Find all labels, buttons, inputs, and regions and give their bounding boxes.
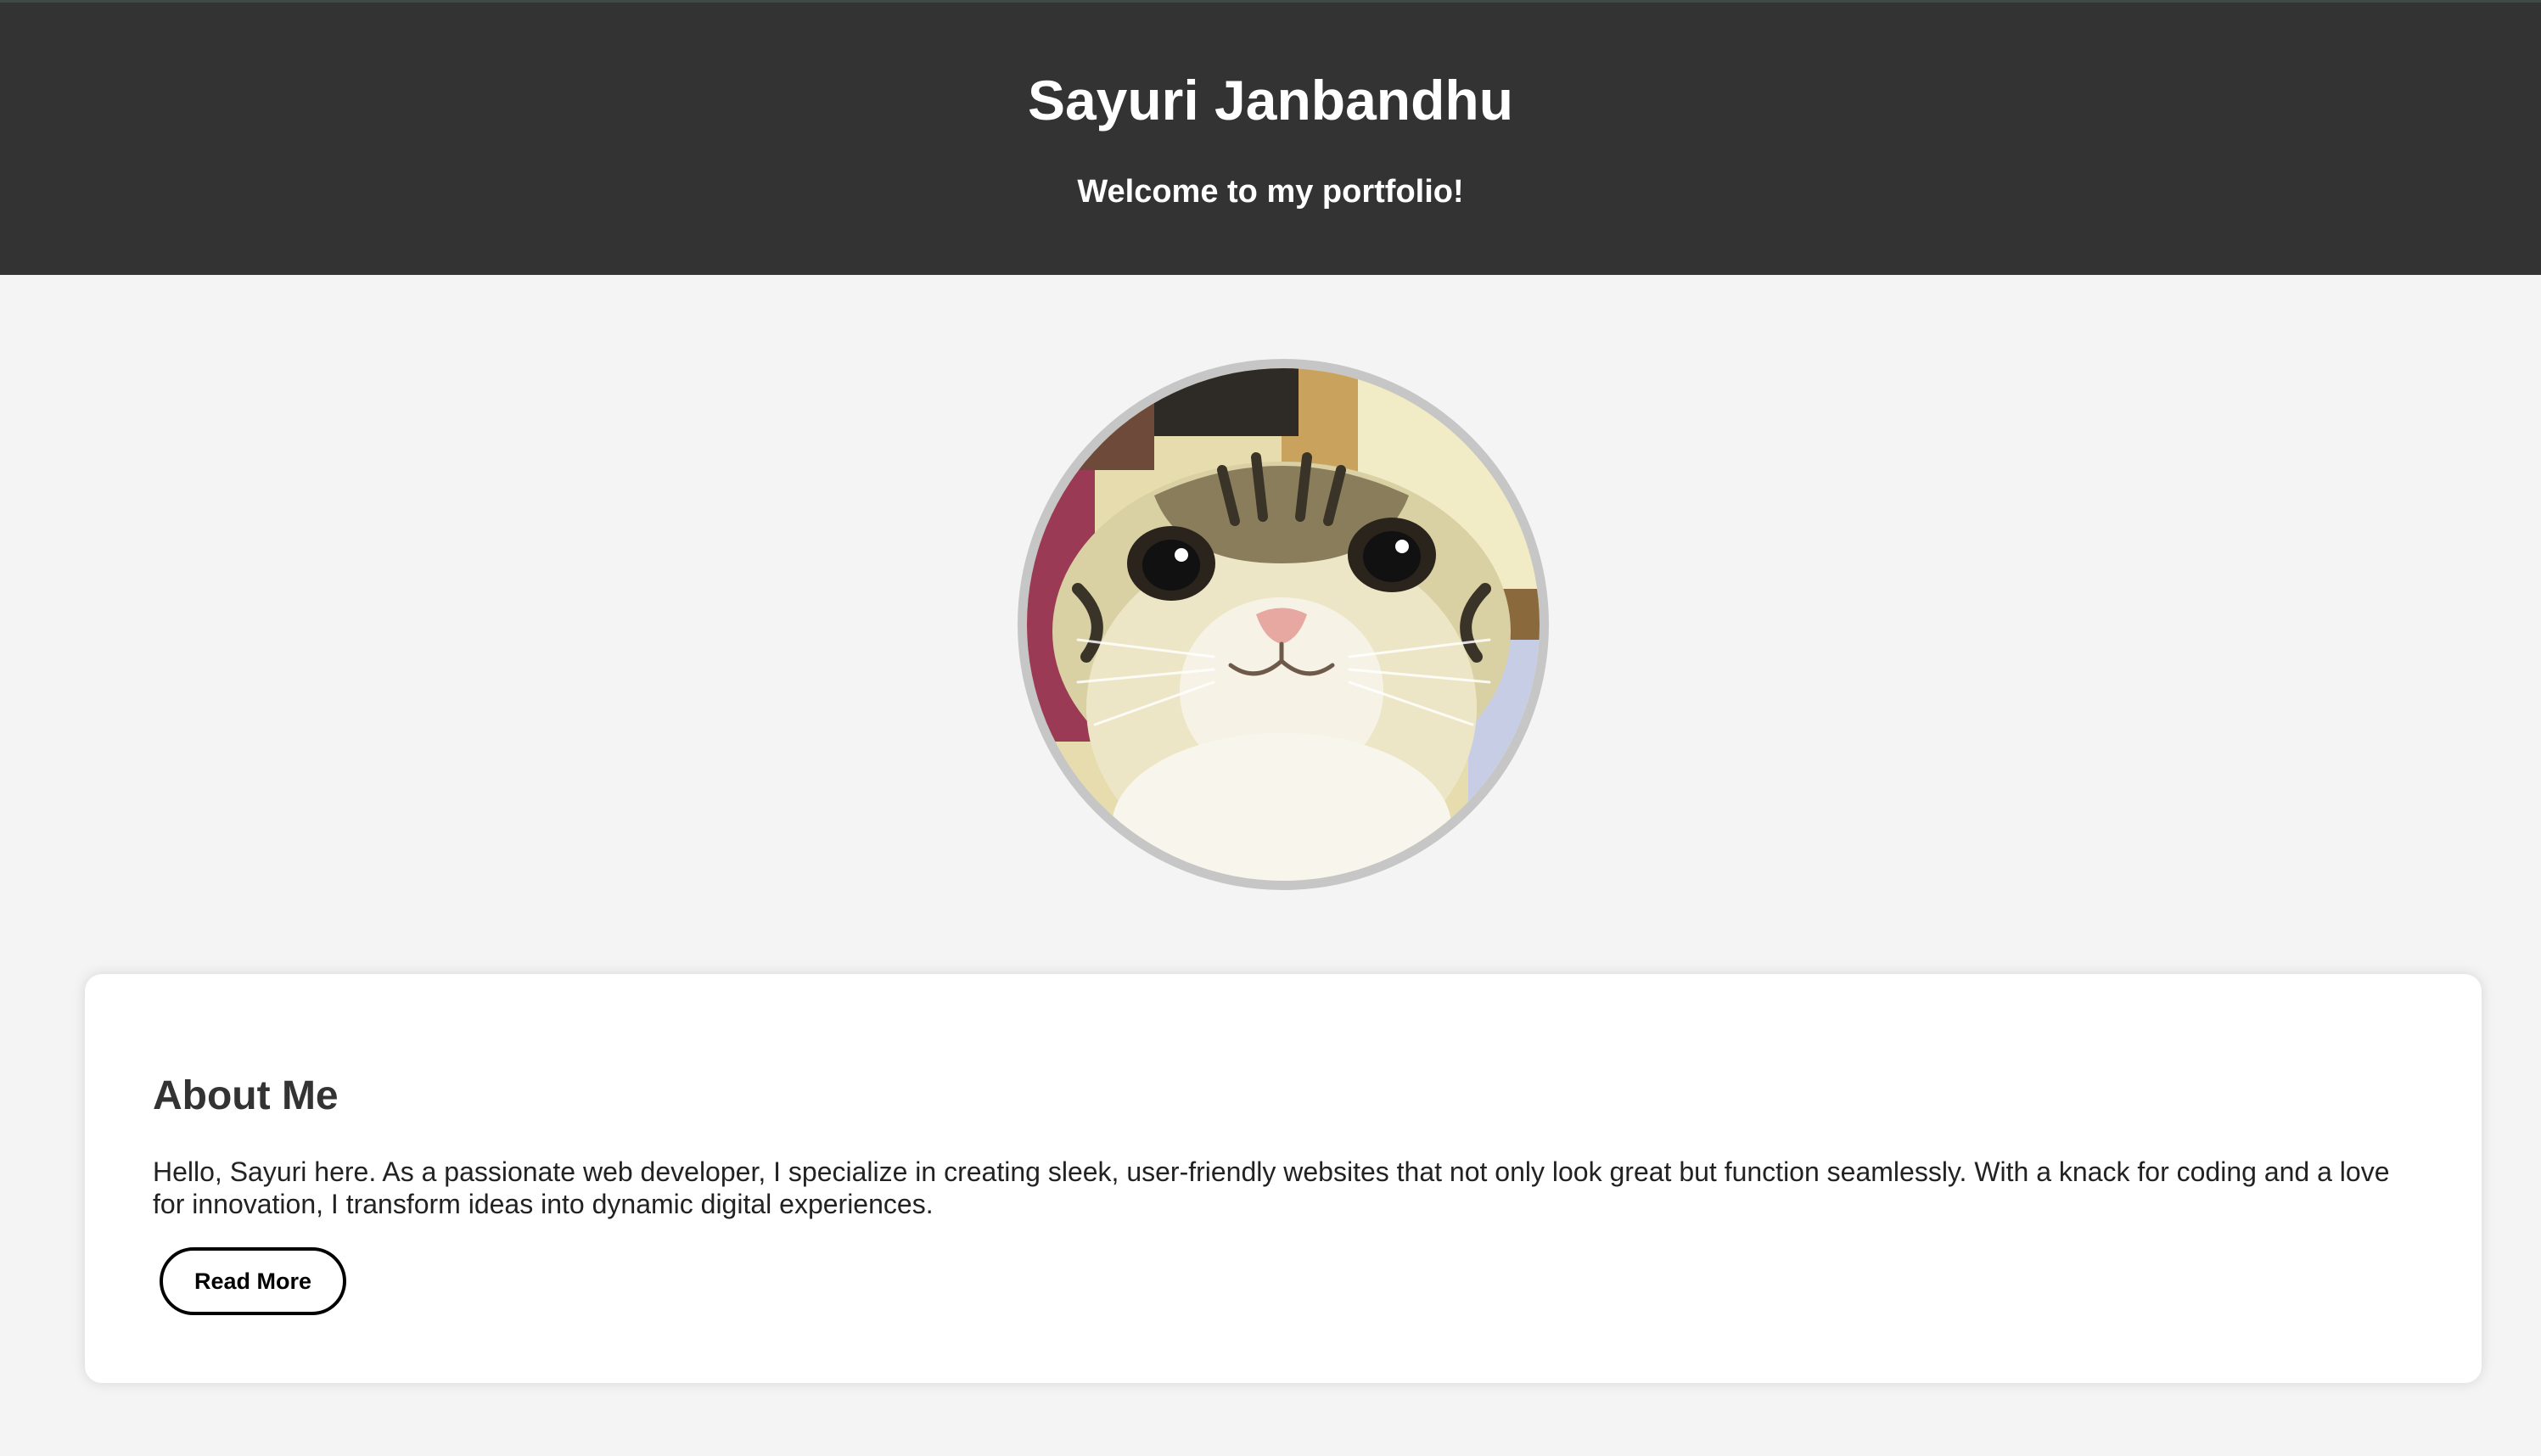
site-title: Sayuri Janbandhu xyxy=(1027,69,1514,132)
about-card: About Me Hello, Sayuri here. As a passio… xyxy=(85,974,2482,1383)
site-subtitle: Welcome to my portfolio! xyxy=(1077,174,1464,210)
about-heading: About Me xyxy=(153,1073,339,1118)
site-header: Sayuri Janbandhu Welcome to my portfolio… xyxy=(0,0,2541,275)
profile-photo-image xyxy=(1027,368,1540,881)
about-text: Hello, Sayuri here. As a passionate web … xyxy=(153,1156,2390,1219)
profile-photo xyxy=(1018,359,1549,890)
read-more-button[interactable]: Read More xyxy=(160,1247,346,1315)
